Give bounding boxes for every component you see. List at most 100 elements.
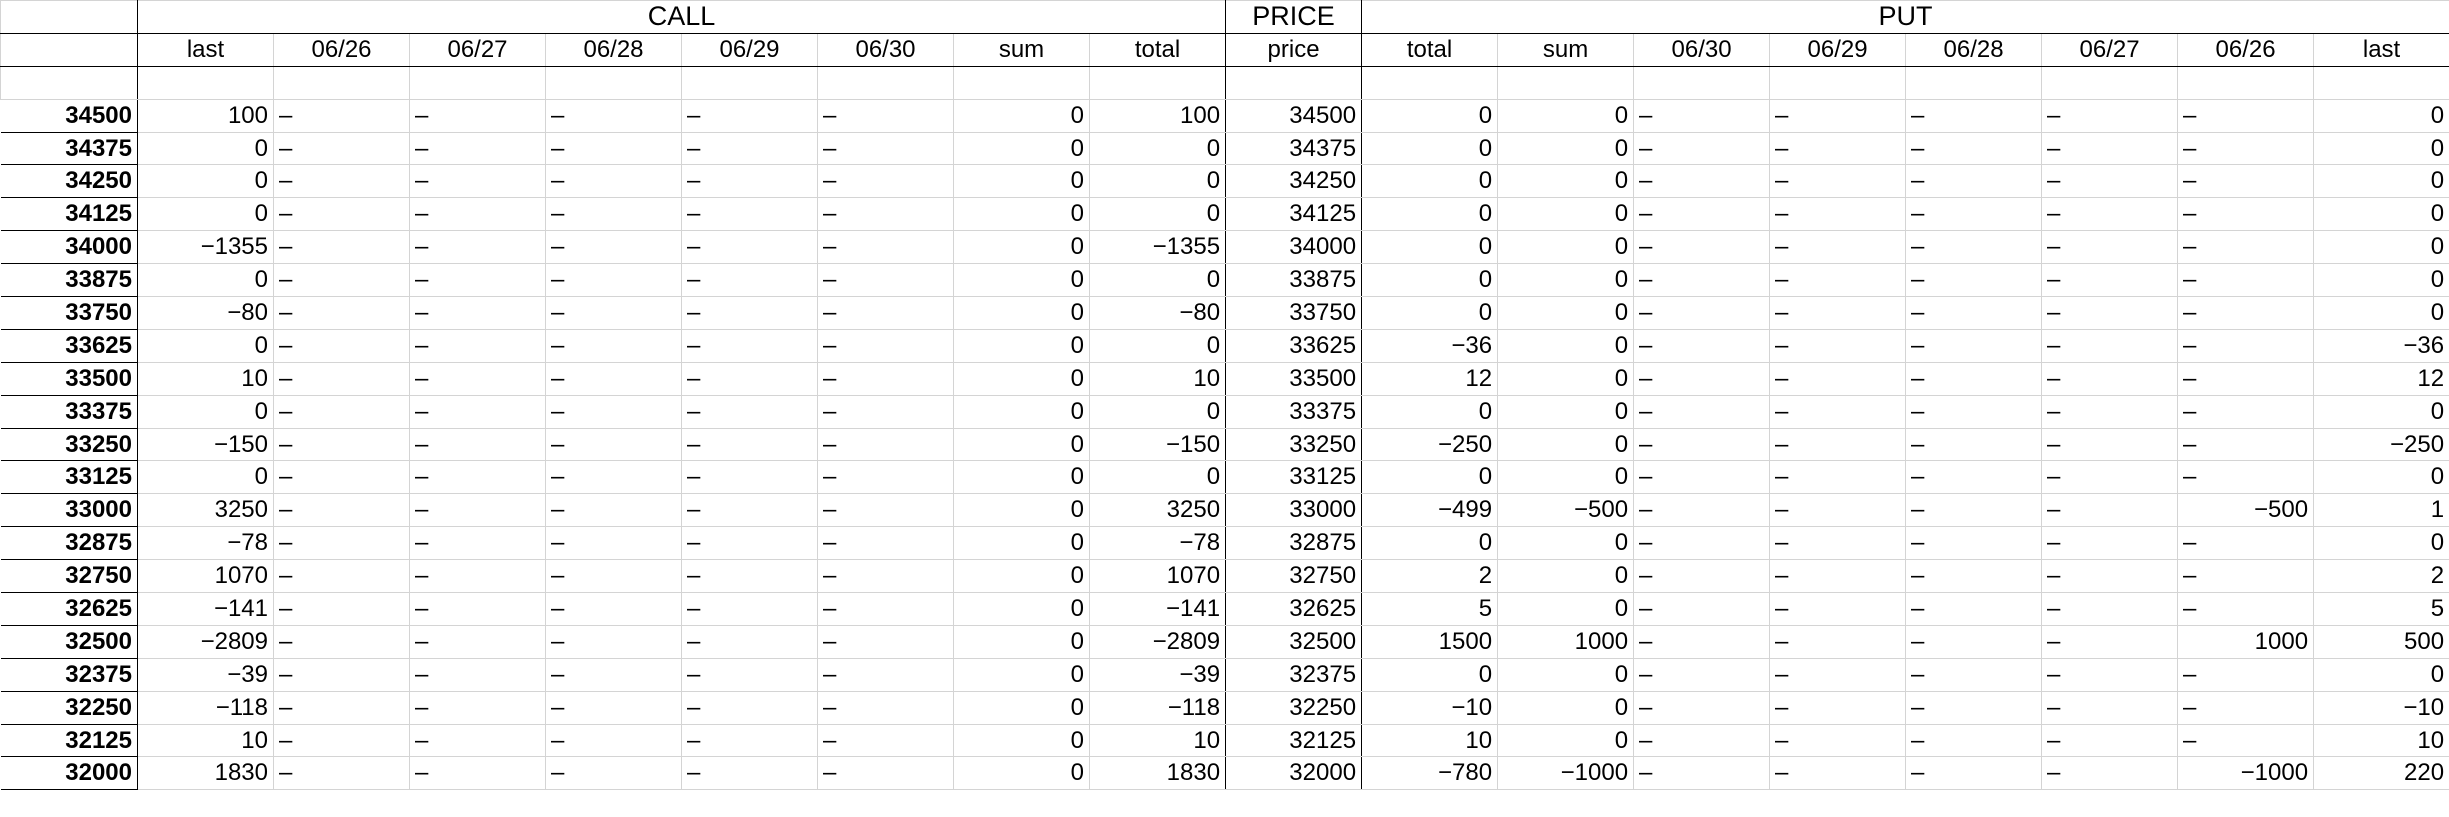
call-cell[interactable]: – <box>273 756 410 791</box>
call-cell[interactable]: 0 <box>953 131 1090 166</box>
put-cell[interactable]: – <box>1905 263 2043 298</box>
call-cell[interactable]: 0 <box>1088 263 1227 298</box>
put-cell[interactable]: – <box>1769 460 1907 495</box>
call-cell[interactable]: −141 <box>137 592 274 626</box>
put-cell[interactable]: −1000 <box>2177 756 2315 791</box>
put-cell[interactable]: 10 <box>1361 723 1499 758</box>
put-cell[interactable]: – <box>2041 131 2179 166</box>
column-header[interactable]: 06/27 <box>2041 32 2179 67</box>
call-cell[interactable]: – <box>817 690 954 725</box>
call-cell[interactable]: – <box>273 624 410 659</box>
call-cell[interactable]: – <box>817 164 954 199</box>
call-cell[interactable]: 0 <box>1088 394 1227 429</box>
put-cell[interactable]: 0 <box>1497 460 1635 495</box>
put-cell[interactable]: 0 <box>1361 164 1499 199</box>
put-cell[interactable]: – <box>1905 164 2043 199</box>
column-header[interactable]: price <box>1225 32 1363 67</box>
put-cell[interactable]: – <box>2177 230 2315 265</box>
empty-cell[interactable] <box>409 65 546 100</box>
price-cell[interactable]: 33000 <box>1225 493 1363 528</box>
call-cell[interactable]: 0 <box>953 756 1090 791</box>
call-cell[interactable]: – <box>273 427 410 462</box>
call-group-header[interactable]: CALL <box>136 0 1227 34</box>
put-cell[interactable]: 0 <box>1497 427 1635 462</box>
put-cell[interactable]: 5 <box>2313 592 2449 626</box>
call-cell[interactable]: 0 <box>953 394 1090 429</box>
put-cell[interactable]: 5 <box>1361 592 1499 626</box>
put-cell[interactable]: – <box>2177 427 2315 462</box>
put-cell[interactable]: 0 <box>1497 296 1635 330</box>
call-cell[interactable]: – <box>681 624 818 659</box>
put-cell[interactable]: – <box>1633 427 1771 462</box>
put-cell[interactable]: – <box>2177 197 2315 232</box>
strike-key-cell[interactable]: 34125 <box>0 197 138 232</box>
call-cell[interactable]: 0 <box>953 559 1090 594</box>
corner-cell[interactable] <box>0 0 138 34</box>
put-cell[interactable]: – <box>1905 460 2043 495</box>
call-cell[interactable]: −118 <box>137 690 274 725</box>
put-cell[interactable]: −250 <box>1361 427 1499 462</box>
call-cell[interactable]: – <box>817 361 954 396</box>
call-cell[interactable]: 0 <box>1088 164 1227 199</box>
price-cell[interactable]: 33125 <box>1225 460 1363 495</box>
call-cell[interactable]: −1355 <box>1088 230 1227 265</box>
call-cell[interactable]: – <box>545 131 682 166</box>
put-cell[interactable]: −250 <box>2313 427 2449 462</box>
price-cell[interactable]: 33250 <box>1225 427 1363 462</box>
price-cell[interactable]: 34000 <box>1225 230 1363 265</box>
call-cell[interactable]: – <box>545 559 682 594</box>
put-cell[interactable]: 220 <box>2313 756 2449 791</box>
put-cell[interactable]: – <box>1633 723 1771 758</box>
price-cell[interactable]: 32125 <box>1225 723 1363 758</box>
put-cell[interactable]: 12 <box>2313 361 2449 396</box>
empty-cell[interactable] <box>2313 65 2449 100</box>
strike-key-cell[interactable]: 32875 <box>0 526 138 561</box>
call-cell[interactable]: – <box>273 690 410 725</box>
put-cell[interactable]: 0 <box>1361 98 1499 133</box>
price-group-header[interactable]: PRICE <box>1225 0 1363 34</box>
put-cell[interactable]: 0 <box>1361 394 1499 429</box>
put-cell[interactable]: – <box>2041 723 2179 758</box>
put-group-header[interactable]: PUT <box>1361 0 2449 34</box>
put-cell[interactable]: – <box>1633 657 1771 692</box>
put-cell[interactable]: – <box>2041 526 2179 561</box>
put-cell[interactable]: −36 <box>1361 328 1499 363</box>
call-cell[interactable]: 10 <box>137 723 274 758</box>
call-cell[interactable]: 0 <box>137 328 274 363</box>
call-cell[interactable]: – <box>817 723 954 758</box>
price-cell[interactable]: 32000 <box>1225 756 1363 791</box>
call-cell[interactable]: 100 <box>1088 98 1227 133</box>
put-cell[interactable]: −10 <box>1361 690 1499 725</box>
put-cell[interactable]: – <box>2177 164 2315 199</box>
call-cell[interactable]: – <box>409 657 546 692</box>
put-cell[interactable]: 1500 <box>1361 624 1499 659</box>
call-cell[interactable]: −80 <box>137 296 274 330</box>
call-cell[interactable]: −78 <box>1088 526 1227 561</box>
put-cell[interactable]: – <box>1905 98 2043 133</box>
call-cell[interactable]: – <box>409 460 546 495</box>
put-cell[interactable]: – <box>1769 164 1907 199</box>
price-cell[interactable]: 32500 <box>1225 624 1363 659</box>
put-cell[interactable]: – <box>1769 657 1907 692</box>
empty-cell[interactable] <box>1225 65 1363 100</box>
price-cell[interactable]: 34250 <box>1225 164 1363 199</box>
call-cell[interactable]: – <box>409 690 546 725</box>
call-cell[interactable]: – <box>545 690 682 725</box>
call-cell[interactable]: – <box>817 131 954 166</box>
call-cell[interactable]: – <box>409 98 546 133</box>
call-cell[interactable]: – <box>545 493 682 528</box>
column-header[interactable]: total <box>1088 32 1227 67</box>
call-cell[interactable]: – <box>681 131 818 166</box>
empty-cell[interactable] <box>1088 65 1227 100</box>
call-cell[interactable]: 0 <box>137 131 274 166</box>
call-cell[interactable]: – <box>817 657 954 692</box>
put-cell[interactable]: −499 <box>1361 493 1499 528</box>
put-cell[interactable]: – <box>1633 624 1771 659</box>
call-cell[interactable]: – <box>817 559 954 594</box>
call-cell[interactable]: – <box>273 197 410 232</box>
put-cell[interactable]: – <box>2177 296 2315 330</box>
put-cell[interactable]: – <box>1769 723 1907 758</box>
call-cell[interactable]: – <box>681 164 818 199</box>
put-cell[interactable]: – <box>1633 263 1771 298</box>
call-cell[interactable]: – <box>681 328 818 363</box>
